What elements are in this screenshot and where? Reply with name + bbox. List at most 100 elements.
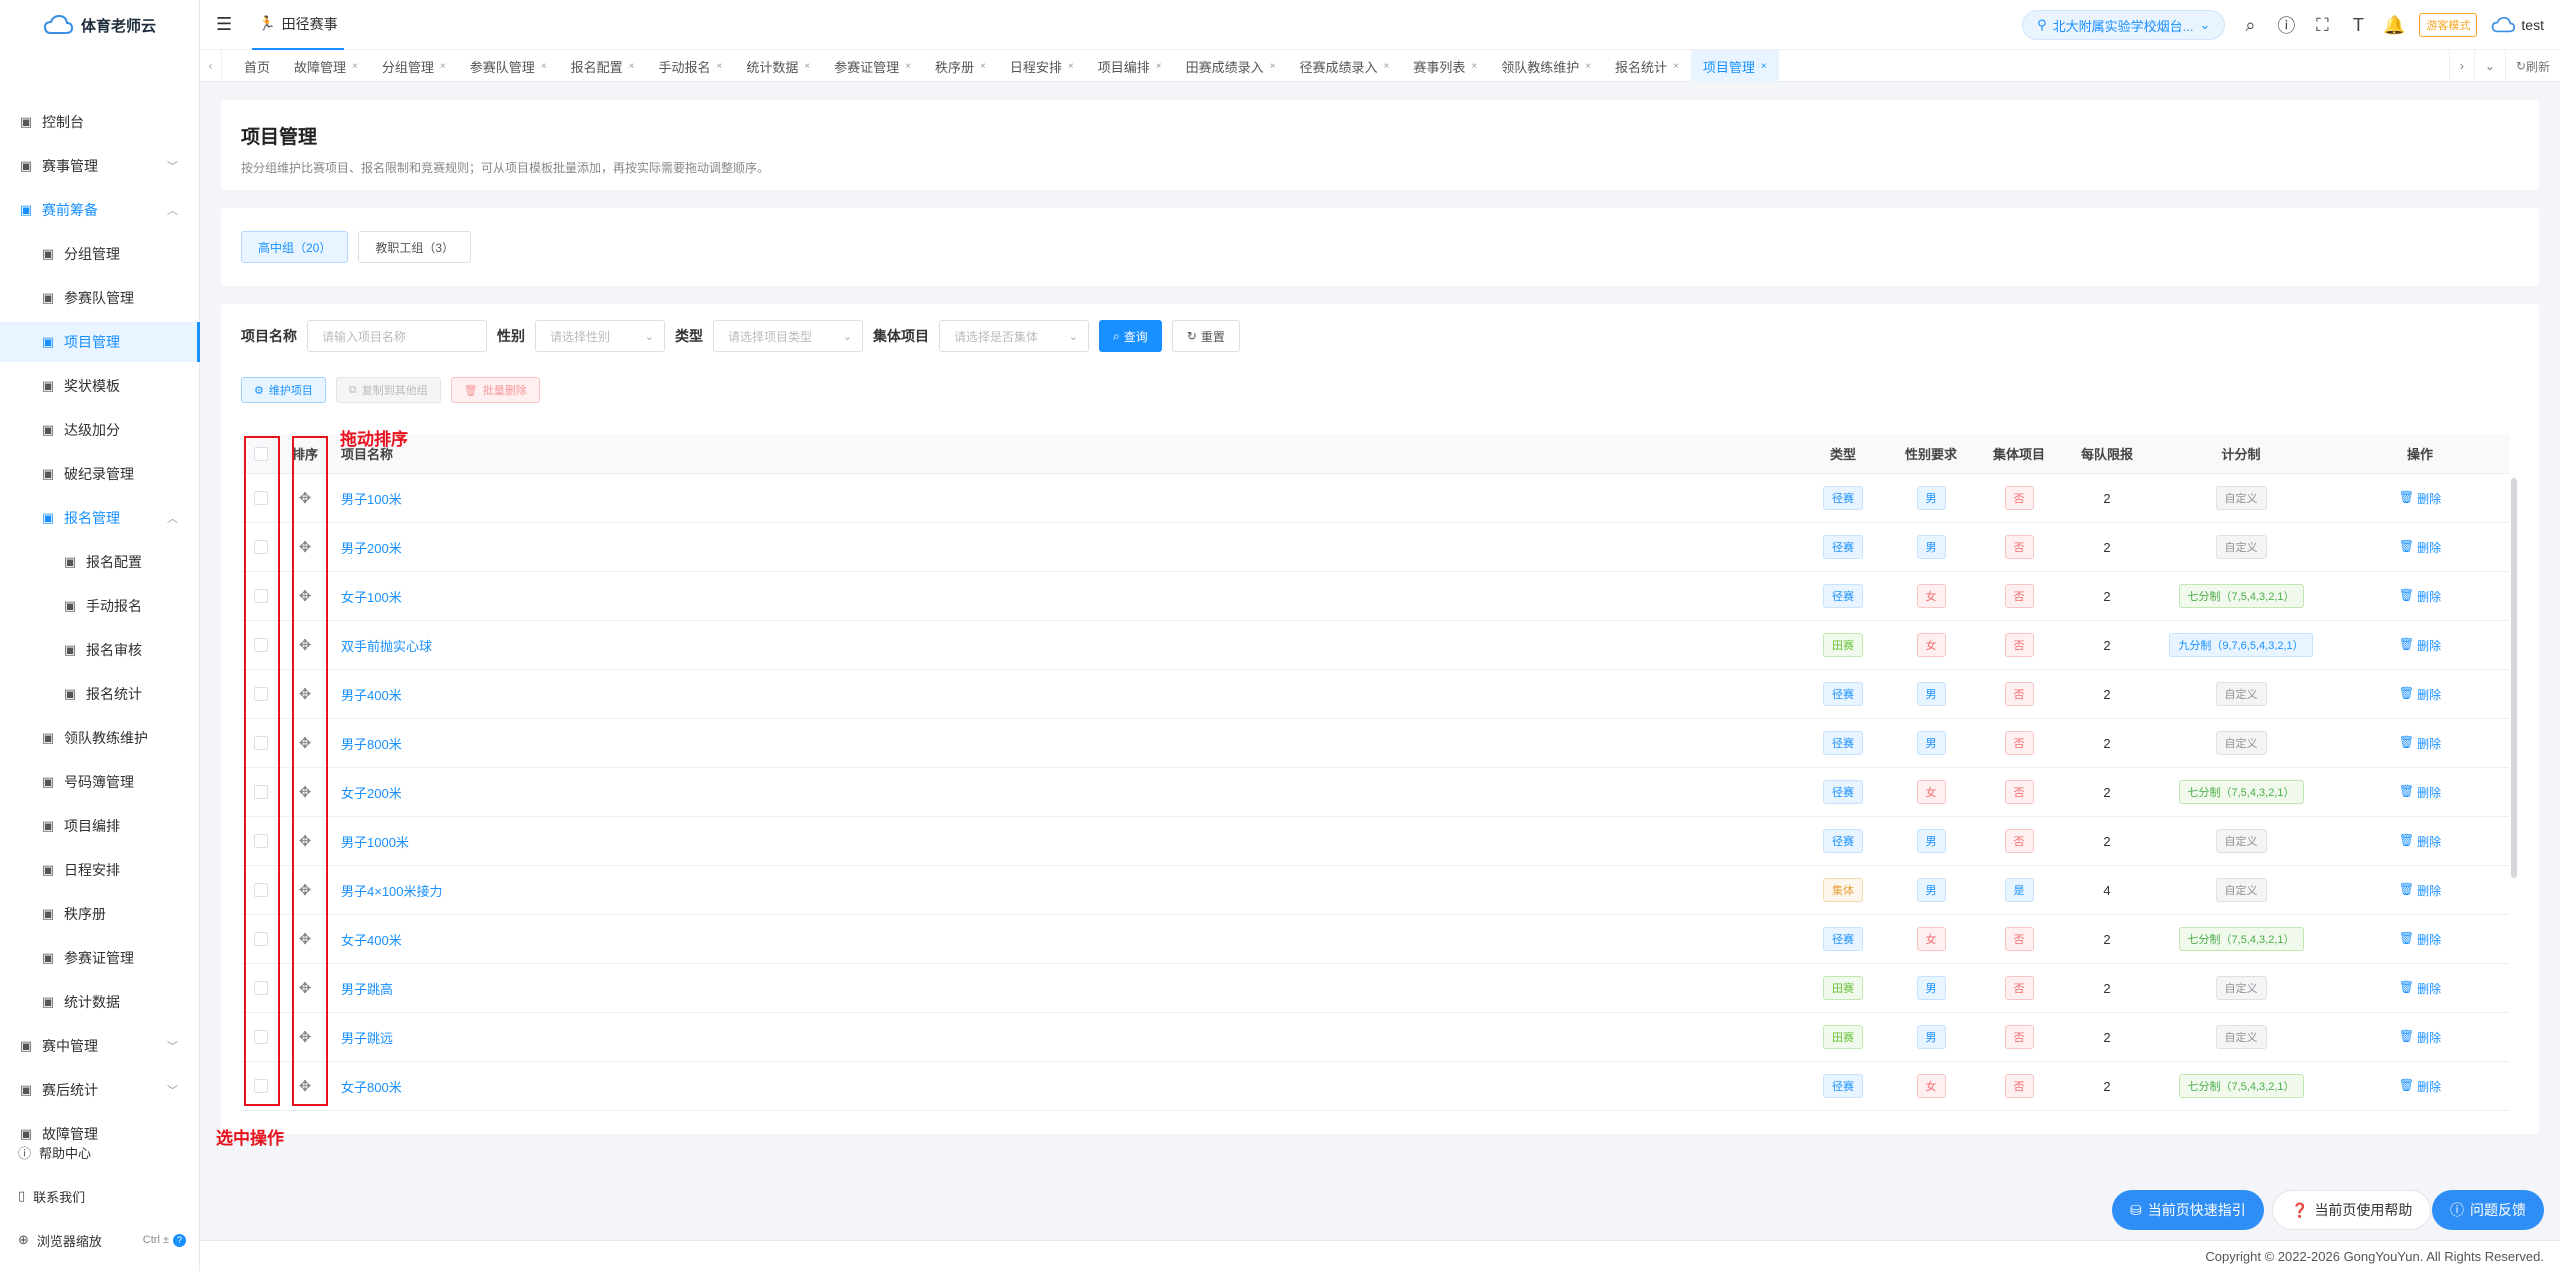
close-icon[interactable]: × xyxy=(1068,61,1074,72)
project-name-link[interactable]: 女子800米 xyxy=(329,1077,1799,1096)
close-icon[interactable]: × xyxy=(541,61,547,72)
tab-16[interactable]: 报名统计 × xyxy=(1603,50,1691,82)
sidebar-item-4[interactable]: ▣ 分组管理 xyxy=(0,234,200,274)
type-filter-select[interactable]: 请选择项目类型 ⌄ xyxy=(713,320,863,352)
close-icon[interactable]: × xyxy=(1156,61,1162,72)
sidebar-item-21[interactable]: ▣ 统计数据 xyxy=(0,982,200,1022)
delete-button[interactable]: 🗑 删除 xyxy=(2331,980,2509,997)
tabs-dropdown[interactable]: ⌄ xyxy=(2473,50,2505,82)
delete-button[interactable]: 🗑 删除 xyxy=(2331,490,2509,507)
sidebar-item-12[interactable]: ▣ 手动报名 xyxy=(0,586,200,626)
team-filter-select[interactable]: 请选择是否集体 ⌄ xyxy=(939,320,1089,352)
close-icon[interactable]: × xyxy=(1761,61,1767,72)
logo[interactable]: 体育老师云 xyxy=(0,0,199,50)
sidebar-item-1[interactable]: ▣ 控制台 xyxy=(0,102,200,142)
sidebar-item-13[interactable]: ▣ 报名审核 xyxy=(0,630,200,670)
project-name-link[interactable]: 男子1000米 xyxy=(329,832,1799,851)
delete-button[interactable]: 🗑 删除 xyxy=(2331,1029,2509,1046)
tab-1[interactable]: 首页 xyxy=(232,50,282,82)
project-name-link[interactable]: 男子跳高 xyxy=(329,979,1799,998)
delete-button[interactable]: 🗑 删除 xyxy=(2331,637,2509,654)
close-icon[interactable]: × xyxy=(1471,61,1477,72)
delete-button[interactable]: 🗑 删除 xyxy=(2331,931,2509,948)
copy-to-group-button[interactable]: ⧉ 复制到其他组 xyxy=(335,377,441,403)
tab-4[interactable]: 参赛队管理 × xyxy=(458,50,559,82)
fullscreen-icon[interactable]: ⛶ xyxy=(2311,15,2333,36)
tabs-scroll-right[interactable]: › xyxy=(2448,50,2474,82)
help-center-link[interactable]: ⓘ 帮助中心 xyxy=(0,1132,200,1172)
search-icon[interactable]: ⌕ xyxy=(2239,15,2261,36)
bell-icon[interactable]: 🔔 xyxy=(2383,15,2405,36)
sidebar-item-20[interactable]: ▣ 参赛证管理 xyxy=(0,938,200,978)
zoom-help-icon[interactable]: ? xyxy=(173,1233,186,1247)
delete-button[interactable]: 🗑 删除 xyxy=(2331,1078,2509,1095)
browser-zoom[interactable]: ⊕ 浏览器缩放 Ctrl ±? xyxy=(0,1220,200,1260)
project-name-link[interactable]: 女子400米 xyxy=(329,930,1799,949)
close-icon[interactable]: × xyxy=(1270,61,1276,72)
project-name-link[interactable]: 双手前抛实心球 xyxy=(329,636,1799,655)
font-size-icon[interactable]: T xyxy=(2347,15,2369,36)
sidebar-item-22[interactable]: ▣ 赛中管理 ﹀ xyxy=(0,1026,200,1066)
close-icon[interactable]: × xyxy=(352,61,358,72)
sidebar-item-2[interactable]: ▣ 赛事管理 ﹀ xyxy=(0,146,200,186)
tab-11[interactable]: 项目编排 × xyxy=(1086,50,1174,82)
group-button-senior[interactable]: 高中组（20） xyxy=(241,231,349,263)
sidebar-item-5[interactable]: ▣ 参赛队管理 xyxy=(0,278,200,318)
close-icon[interactable]: × xyxy=(440,61,446,72)
help-icon[interactable]: ⓘ xyxy=(2275,12,2297,38)
page-help-button[interactable]: ❓ 当前页使用帮助 xyxy=(2272,1190,2432,1230)
tab-3[interactable]: 分组管理 × xyxy=(370,50,458,82)
tab-2[interactable]: 故障管理 × xyxy=(282,50,370,82)
sidebar-item-7[interactable]: ▣ 奖状模板 xyxy=(0,366,200,406)
sidebar-item-23[interactable]: ▣ 赛后统计 ﹀ xyxy=(0,1070,200,1110)
tab-8[interactable]: 参赛证管理 × xyxy=(822,50,923,82)
project-name-link[interactable]: 男子跳远 xyxy=(329,1028,1799,1047)
delete-button[interactable]: 🗑 删除 xyxy=(2331,539,2509,556)
sidebar-item-18[interactable]: ▣ 日程安排 xyxy=(0,850,200,890)
tab-15[interactable]: 领队教练维护 × xyxy=(1489,50,1603,82)
project-name-link[interactable]: 男子400米 xyxy=(329,685,1799,704)
delete-button[interactable]: 🗑 删除 xyxy=(2331,833,2509,850)
close-icon[interactable]: × xyxy=(1673,61,1679,72)
sidebar-item-9[interactable]: ▣ 破纪录管理 xyxy=(0,454,200,494)
close-icon[interactable]: × xyxy=(905,61,911,72)
sidebar-item-11[interactable]: ▣ 报名配置 xyxy=(0,542,200,582)
close-icon[interactable]: × xyxy=(716,61,722,72)
maintain-project-button[interactable]: ⚙ 维护项目 xyxy=(241,377,326,403)
sidebar-item-19[interactable]: ▣ 秩序册 xyxy=(0,894,200,934)
sidebar-item-16[interactable]: ▣ 号码簿管理 xyxy=(0,762,200,802)
tab-13[interactable]: 径赛成绩录入 × xyxy=(1287,50,1401,82)
tabs-scroll-left[interactable]: ‹ xyxy=(200,49,222,82)
tab-7[interactable]: 统计数据 × xyxy=(734,50,822,82)
tab-10[interactable]: 日程安排 × xyxy=(998,50,1086,82)
project-name-link[interactable]: 女子100米 xyxy=(329,587,1799,606)
tab-6[interactable]: 手动报名 × xyxy=(646,50,734,82)
reset-button[interactable]: ↻ 重置 xyxy=(1171,320,1240,352)
delete-button[interactable]: 🗑 删除 xyxy=(2331,784,2509,801)
search-button[interactable]: ⌕ 查询 xyxy=(1099,320,1162,352)
project-name-link[interactable]: 女子200米 xyxy=(329,783,1799,802)
batch-delete-button[interactable]: 🗑 批量删除 xyxy=(450,377,540,403)
sidebar-item-15[interactable]: ▣ 领队教练维护 xyxy=(0,718,200,758)
group-button-staff[interactable]: 教职工组（3） xyxy=(358,231,472,263)
sidebar-item-3[interactable]: ▣ 赛前筹备 ︿ xyxy=(0,190,200,230)
tab-9[interactable]: 秩序册 × xyxy=(923,50,998,82)
user-menu[interactable]: test xyxy=(2491,17,2544,33)
delete-button[interactable]: 🗑 删除 xyxy=(2331,686,2509,703)
close-icon[interactable]: × xyxy=(1585,61,1591,72)
tab-12[interactable]: 田赛成绩录入 × xyxy=(1174,50,1288,82)
feedback-button[interactable]: ⓘ 问题反馈 xyxy=(2432,1190,2544,1230)
table-scrollbar[interactable] xyxy=(2511,478,2517,878)
gender-filter-select[interactable]: 请选择性别 ⌄ xyxy=(535,320,665,352)
contact-us-link[interactable]: ▯ 联系我们 xyxy=(0,1176,200,1216)
delete-button[interactable]: 🗑 删除 xyxy=(2331,882,2509,899)
school-selector[interactable]: ⚲ 北大附属实验学校烟台... ⌄ xyxy=(2022,10,2226,40)
menu-toggle-icon[interactable]: ☰ xyxy=(216,14,232,35)
close-icon[interactable]: × xyxy=(1383,61,1389,72)
project-name-link[interactable]: 男子100米 xyxy=(329,489,1799,508)
sidebar-item-6[interactable]: ▣ 项目管理 xyxy=(0,322,200,362)
project-name-link[interactable]: 男子800米 xyxy=(329,734,1799,753)
sidebar-item-8[interactable]: ▣ 达级加分 xyxy=(0,410,200,450)
delete-button[interactable]: 🗑 删除 xyxy=(2331,735,2509,752)
tab-17[interactable]: 项目管理 × xyxy=(1690,50,1779,82)
